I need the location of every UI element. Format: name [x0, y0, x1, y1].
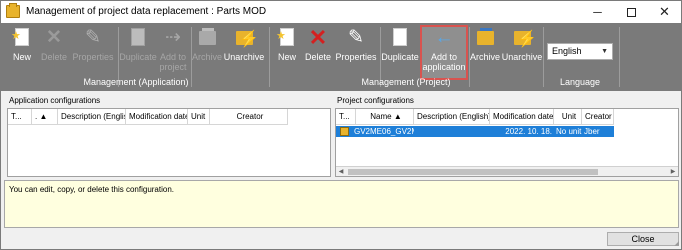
- col-creator-header[interactable]: Creator: [582, 109, 614, 125]
- proj-new-label: New: [277, 52, 296, 62]
- app-duplicate-label: Duplicate: [119, 52, 157, 62]
- proj-add-to-label2: application: [422, 62, 466, 72]
- arrow-left-icon: ←: [434, 27, 454, 48]
- ribbon-group-separator: [619, 27, 620, 87]
- col-name-label: Name: [370, 112, 392, 121]
- project-group-label: Management (Project): [361, 77, 451, 87]
- col-creator-header[interactable]: Creator: [210, 109, 288, 125]
- application-group-label: Management (Application): [83, 77, 189, 87]
- scroll-right-icon[interactable]: ▶: [668, 167, 678, 177]
- sort-up-icon: ▲: [393, 112, 402, 121]
- col-type-header[interactable]: T...: [8, 109, 32, 125]
- proj-unarchive-label: Unarchive: [501, 52, 543, 62]
- scrollbar-thumb[interactable]: [348, 169, 598, 175]
- col-unit-header[interactable]: Unit: [188, 109, 210, 125]
- proj-properties-label: Properties: [335, 52, 377, 62]
- properties-icon: ✎: [85, 27, 101, 48]
- app-properties-label: Properties: [72, 52, 114, 62]
- app-archive-label: Archive: [191, 52, 222, 62]
- col-description-header[interactable]: Description (English): [58, 109, 126, 125]
- row-name: GV2ME06_GV2ME07: [354, 127, 414, 136]
- app-unarchive-button[interactable]: ⚡ Unarchive: [223, 25, 265, 73]
- ribbon-group-separator: [543, 27, 544, 87]
- project-folder-icon: [340, 127, 349, 136]
- row-creator: Jber: [584, 127, 600, 136]
- delete-x-icon: ✕: [308, 25, 328, 50]
- proj-add-to-application-button[interactable]: ← Add to application: [420, 25, 468, 73]
- archive-icon: [196, 27, 218, 49]
- col-modification-date-header[interactable]: Modification date: [126, 109, 188, 125]
- table-row[interactable]: GV2ME06_GV2ME07 2022. 10. 18. No unit Jb…: [336, 126, 614, 137]
- col-modification-date-header[interactable]: Modification date: [490, 109, 554, 125]
- proj-delete-label: Delete: [304, 52, 331, 62]
- delete-x-icon: ✕: [46, 27, 62, 48]
- maximize-button[interactable]: [615, 1, 648, 23]
- duplicate-icon: [389, 27, 411, 49]
- col-type-header[interactable]: T...: [336, 109, 356, 125]
- app-properties-button[interactable]: ✎ Properties: [71, 25, 115, 73]
- app-delete-button[interactable]: ✕ Delete: [39, 25, 69, 73]
- language-select[interactable]: English ▼: [547, 43, 613, 60]
- maximize-icon: [627, 8, 636, 18]
- app-add-to-label2: project: [159, 62, 187, 72]
- language-value: English: [552, 46, 582, 56]
- unarchive-icon: ⚡: [233, 27, 259, 49]
- app-add-to-project-button[interactable]: ⇢ Add to project: [157, 25, 189, 73]
- row-description: [414, 126, 490, 137]
- grid-header: T... . ▲ Description (English) Modificat…: [8, 109, 288, 125]
- proj-add-to-label: Add to: [430, 52, 458, 62]
- unarchive-icon: ⚡: [511, 27, 537, 49]
- project-configurations-grid[interactable]: T... Name ▲ Description (English) Modifi…: [335, 108, 679, 177]
- close-button[interactable]: Close: [607, 232, 679, 246]
- language-group-label: Language: [559, 77, 601, 87]
- minimize-button[interactable]: ─: [581, 1, 614, 23]
- proj-duplicate-label: Duplicate: [381, 52, 419, 62]
- properties-icon: ✎: [348, 27, 364, 48]
- main-window: Management of project data replacement :…: [0, 0, 682, 250]
- horizontal-scrollbar[interactable]: ◀ ▶: [336, 166, 678, 176]
- sort-up-icon: ▲: [39, 112, 48, 121]
- col-name-header[interactable]: Name ▲: [356, 109, 414, 125]
- col-unit-header[interactable]: Unit: [554, 109, 582, 125]
- app-unarchive-label: Unarchive: [223, 52, 265, 62]
- proj-unarchive-button[interactable]: ⚡ Unarchive: [501, 25, 543, 73]
- archive-icon: [474, 27, 496, 49]
- title-bar: Management of project data replacement :…: [1, 1, 681, 23]
- proj-properties-button[interactable]: ✎ Properties: [334, 25, 378, 73]
- folder-app-icon: [6, 3, 20, 18]
- scroll-left-icon[interactable]: ◀: [336, 167, 346, 177]
- application-configurations-title: Application configurations: [9, 96, 101, 105]
- ribbon-group-separator: [269, 27, 270, 87]
- col-dot-header[interactable]: . ▲: [32, 109, 58, 125]
- col-description-header[interactable]: Description (English): [414, 109, 490, 125]
- new-document-icon: ★: [276, 27, 298, 49]
- proj-duplicate-button[interactable]: Duplicate: [380, 25, 420, 73]
- status-message: You can edit, copy, or delete this confi…: [4, 180, 679, 228]
- grid-header: T... Name ▲ Description (English) Modifi…: [336, 109, 614, 125]
- add-to-project-icon: ⇢: [165, 27, 181, 48]
- new-document-icon: ★: [11, 27, 33, 49]
- ribbon-toolbar: ★ New ✕ Delete ✎ Properties Duplicate ⇢ …: [1, 23, 681, 91]
- proj-delete-button[interactable]: ✕ Delete: [303, 25, 333, 73]
- duplicate-icon: [127, 27, 149, 49]
- row-modification-date: 2022. 10. 18.: [505, 127, 552, 136]
- application-configurations-grid[interactable]: T... . ▲ Description (English) Modificat…: [7, 108, 331, 177]
- window-title: Management of project data replacement :…: [26, 6, 267, 17]
- proj-new-button[interactable]: ★ New: [274, 25, 300, 73]
- dropdown-arrow-icon: ▼: [601, 48, 608, 55]
- app-new-button[interactable]: ★ New: [9, 25, 35, 73]
- project-configurations-title: Project configurations: [337, 96, 414, 105]
- resize-grip-icon[interactable]: ◢: [674, 240, 679, 247]
- proj-archive-label: Archive: [469, 52, 500, 62]
- app-delete-label: Delete: [40, 52, 67, 62]
- row-unit: No unit: [556, 127, 582, 136]
- app-archive-button[interactable]: Archive: [191, 25, 223, 73]
- close-window-button[interactable]: ✕: [648, 1, 681, 23]
- app-new-label: New: [12, 52, 31, 62]
- col-dot-label: .: [35, 112, 38, 121]
- app-add-to-label: Add to: [159, 52, 187, 62]
- proj-archive-button[interactable]: Archive: [469, 25, 501, 73]
- app-duplicate-button[interactable]: Duplicate: [118, 25, 158, 73]
